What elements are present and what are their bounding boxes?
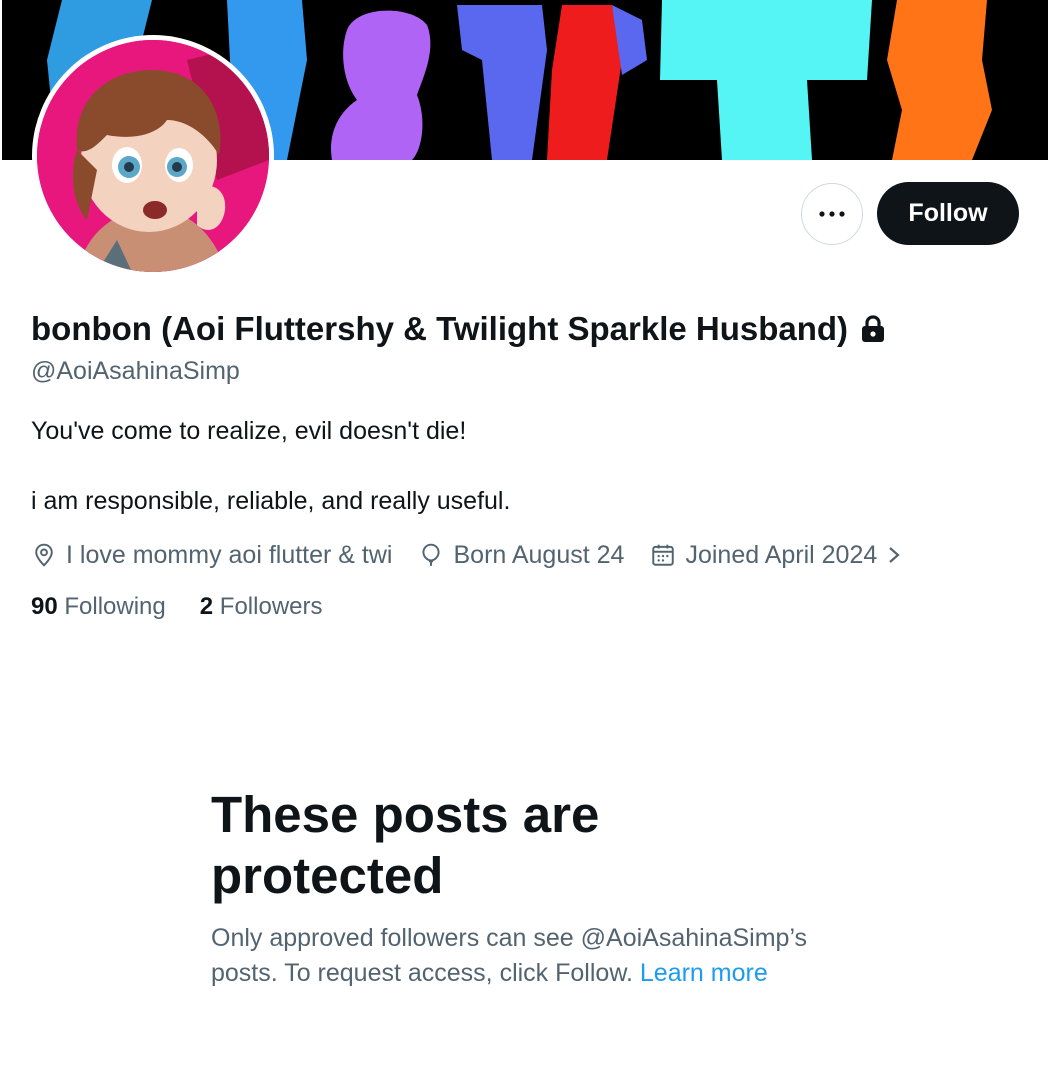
profile-location: I love mommy aoi flutter & twi [31, 541, 392, 570]
profile-bio: You've come to realize, evil doesn't die… [31, 414, 510, 519]
location-text: I love mommy aoi flutter & twi [66, 540, 393, 569]
joined-text: Joined April 2024 [685, 540, 878, 569]
protected-posts-title: These posts are protected [211, 786, 600, 904]
followers-label: Followers [219, 593, 323, 620]
following-link[interactable]: 90 Following [31, 593, 166, 621]
bio-line: i am responsible, reliable, and really u… [31, 487, 511, 515]
birthday-text: Born August 24 [453, 540, 625, 569]
ellipsis-icon [819, 211, 845, 217]
lock-icon[interactable] [860, 315, 886, 343]
more-options-button[interactable] [801, 183, 863, 245]
following-count: 90 [31, 593, 58, 620]
profile-handle: @AoiAsahinaSimp [31, 357, 240, 385]
learn-more-link[interactable]: Learn more [640, 959, 768, 987]
bio-line: You've come to realize, evil doesn't die… [31, 417, 467, 445]
profile-avatar[interactable] [32, 35, 274, 277]
chevron-right-icon[interactable] [885, 542, 903, 568]
avatar-image [37, 40, 269, 272]
followers-link[interactable]: 2 Followers [200, 593, 323, 621]
profile-birthday: Born August 24 [418, 541, 624, 570]
profile-stats: 90 Following 2 Followers [31, 593, 357, 621]
profile-joined[interactable]: Joined April 2024 [650, 541, 877, 570]
display-name-text: bonbon (Aoi Fluttershy & Twilight Sparkl… [31, 310, 849, 347]
profile-display-name: bonbon (Aoi Fluttershy & Twilight Sparkl… [31, 310, 886, 348]
protected-posts-description: Only approved followers can see @AoiAsah… [211, 921, 851, 991]
calendar-icon [652, 544, 675, 566]
following-label: Following [64, 593, 166, 620]
followers-count: 2 [199, 593, 214, 620]
balloon-icon [422, 543, 441, 566]
profile-meta: I love mommy aoi flutter & twi Born Augu… [31, 538, 903, 572]
location-pin-icon [35, 543, 53, 567]
follow-button[interactable]: Follow [877, 182, 1019, 245]
